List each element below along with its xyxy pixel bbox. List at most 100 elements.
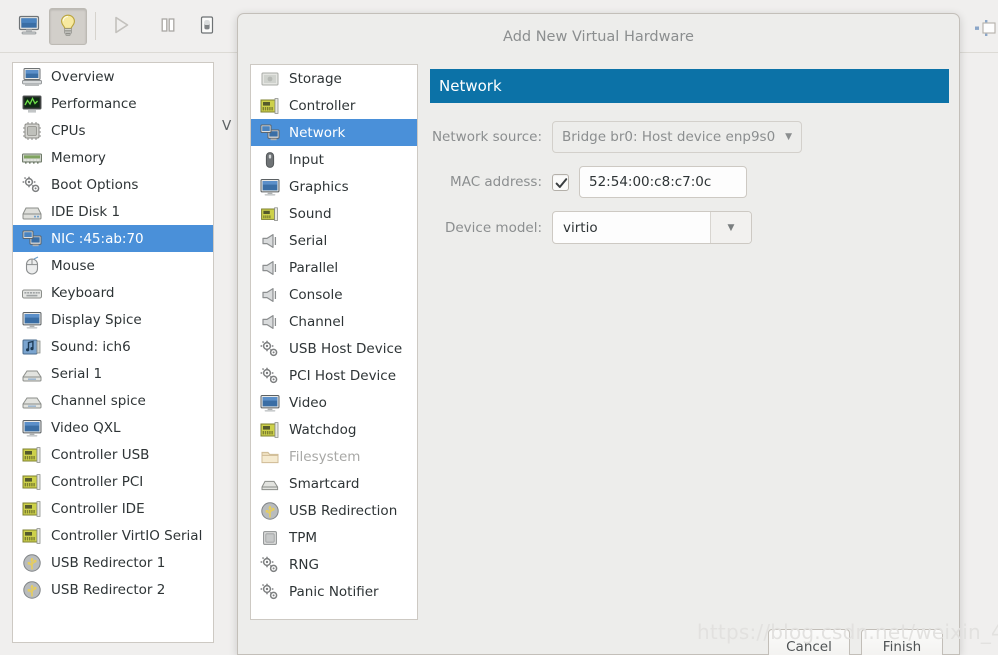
hardware-list-item[interactable]: Overview bbox=[13, 63, 213, 90]
hardware-list-item[interactable]: Channel spice bbox=[13, 387, 213, 414]
pause-button[interactable] bbox=[149, 8, 187, 45]
hardware-list-item[interactable]: USB Redirector 2 bbox=[13, 576, 213, 603]
hardware-list-item[interactable]: NIC :45:ab:70 bbox=[13, 225, 213, 252]
add-hardware-dialog: Add New Virtual Hardware Storage Controll… bbox=[237, 13, 960, 655]
sound-card-icon bbox=[259, 204, 281, 224]
hardware-type-item[interactable]: Controller bbox=[251, 92, 417, 119]
hardware-type-item[interactable]: Smartcard bbox=[251, 470, 417, 497]
hardware-list-item[interactable]: Controller PCI bbox=[13, 468, 213, 495]
hardware-type-item[interactable]: Network bbox=[251, 119, 417, 146]
hardware-type-item-label: USB Redirection bbox=[289, 502, 398, 519]
hardware-list-item[interactable]: Controller USB bbox=[13, 441, 213, 468]
controller-card-icon bbox=[259, 96, 281, 116]
shutdown-button[interactable] bbox=[188, 8, 226, 45]
hardware-list-item[interactable]: Serial 1 bbox=[13, 360, 213, 387]
edge-clipped-icon[interactable] bbox=[975, 18, 997, 38]
hardware-type-item-label: Network bbox=[289, 124, 346, 141]
hardware-list-item[interactable]: Controller VirtIO Serial bbox=[13, 522, 213, 549]
hardware-type-list[interactable]: Storage Controller Network Input Graphics Sou… bbox=[250, 64, 418, 620]
device-model-label: Device model: bbox=[444, 219, 542, 236]
lightbulb-icon bbox=[57, 13, 79, 41]
hardware-type-item[interactable]: USB Host Device bbox=[251, 335, 417, 362]
vm-hardware-list[interactable]: Overview Performance CPUs Memory Boot Option… bbox=[12, 62, 214, 643]
hardware-type-item[interactable]: RNG bbox=[251, 551, 417, 578]
hardware-type-item-label: Panic Notifier bbox=[289, 583, 379, 600]
hardware-type-item[interactable]: PCI Host Device bbox=[251, 362, 417, 389]
hardware-type-item[interactable]: Panic Notifier bbox=[251, 578, 417, 605]
hardware-list-item[interactable]: Performance bbox=[13, 90, 213, 117]
hardware-type-item[interactable]: TPM bbox=[251, 524, 417, 551]
pause-icon bbox=[157, 14, 179, 40]
hardware-list-item[interactable]: Keyboard bbox=[13, 279, 213, 306]
hardware-list-item-label: Display Spice bbox=[51, 311, 142, 328]
hardware-type-item-label: TPM bbox=[289, 529, 318, 546]
hardware-type-item-label: Sound bbox=[289, 205, 332, 222]
hardware-type-item[interactable]: Console bbox=[251, 281, 417, 308]
hardware-type-item[interactable]: Storage bbox=[251, 65, 417, 92]
hardware-type-item[interactable]: USB Redirection bbox=[251, 497, 417, 524]
hardware-type-item[interactable]: Graphics bbox=[251, 173, 417, 200]
hardware-list-item[interactable]: Video QXL bbox=[13, 414, 213, 441]
mouse-icon bbox=[20, 255, 44, 277]
hardware-list-item-label: Controller IDE bbox=[51, 500, 145, 517]
controller-card-icon bbox=[20, 471, 44, 493]
watermark: https://blog.csdn.net/weixin_44416500 bbox=[697, 620, 998, 644]
hardware-type-item[interactable]: Serial bbox=[251, 227, 417, 254]
cpu-icon bbox=[20, 120, 44, 142]
serial-port-icon bbox=[259, 285, 281, 305]
hardware-list-item[interactable]: Memory bbox=[13, 144, 213, 171]
console-view-button[interactable] bbox=[10, 8, 48, 45]
hardware-type-item-label: Smartcard bbox=[289, 475, 360, 492]
device-model-select[interactable]: virtio ▼ bbox=[552, 211, 752, 244]
toolbar-separator bbox=[95, 12, 96, 40]
hardware-type-item[interactable]: Sound bbox=[251, 200, 417, 227]
hardware-type-item[interactable]: Watchdog bbox=[251, 416, 417, 443]
hardware-list-item-label: Controller VirtIO Serial bbox=[51, 527, 203, 544]
vm-details-partial-label: V bbox=[222, 118, 232, 134]
mac-address-checkbox[interactable] bbox=[552, 173, 569, 191]
hardware-type-item-label: Serial bbox=[289, 232, 328, 249]
hardware-list-item-label: Controller USB bbox=[51, 446, 150, 463]
config-section-header: Network bbox=[430, 69, 949, 103]
hardware-type-item-label: Video bbox=[289, 394, 327, 411]
hardware-type-item-label: Filesystem bbox=[289, 448, 361, 465]
controller-card-icon bbox=[259, 420, 281, 440]
network-source-select[interactable]: Bridge br0: Host device enp9s0 ▼ bbox=[552, 121, 803, 153]
display-icon bbox=[20, 417, 44, 439]
hardware-list-item-label: NIC :45:ab:70 bbox=[51, 230, 144, 247]
run-button[interactable] bbox=[102, 8, 140, 45]
hardware-type-item[interactable]: Input bbox=[251, 146, 417, 173]
hardware-list-item-label: IDE Disk 1 bbox=[51, 203, 121, 220]
hardware-list-item[interactable]: USB Redirector 1 bbox=[13, 549, 213, 576]
hardware-list-item[interactable]: Display Spice bbox=[13, 306, 213, 333]
hardware-list-item[interactable]: Sound: ich6 bbox=[13, 333, 213, 360]
network-config-pane: Network Network source: Bridge br0: Host… bbox=[430, 69, 949, 257]
mac-address-input[interactable]: 52:54:00:c8:c7:0c bbox=[579, 166, 747, 198]
hardware-type-item[interactable]: Parallel bbox=[251, 254, 417, 281]
checkmark-icon bbox=[555, 177, 568, 188]
hardware-list-item[interactable]: Controller IDE bbox=[13, 495, 213, 522]
hardware-list-item-label: Overview bbox=[51, 68, 115, 85]
play-icon bbox=[110, 14, 132, 40]
hardware-list-item[interactable]: CPUs bbox=[13, 117, 213, 144]
network-source-row: Network source: Bridge br0: Host device … bbox=[430, 121, 949, 153]
controller-card-icon bbox=[20, 525, 44, 547]
hardware-list-item[interactable]: Boot Options bbox=[13, 171, 213, 198]
serial-port-icon bbox=[259, 231, 281, 251]
hardware-type-item-label: Watchdog bbox=[289, 421, 357, 438]
hardware-list-item[interactable]: Mouse bbox=[13, 252, 213, 279]
network-source-label: Network source: bbox=[431, 129, 542, 145]
hardware-list-item[interactable]: IDE Disk 1 bbox=[13, 198, 213, 225]
hardware-list-item-label: Boot Options bbox=[51, 176, 139, 193]
memory-icon bbox=[20, 147, 44, 169]
input-mouse-icon bbox=[259, 150, 281, 170]
gears-icon bbox=[259, 366, 281, 386]
controller-card-icon bbox=[20, 444, 44, 466]
hardware-type-item-label: USB Host Device bbox=[289, 340, 403, 357]
gears-icon bbox=[20, 174, 44, 196]
hardware-type-item[interactable]: Channel bbox=[251, 308, 417, 335]
performance-icon bbox=[20, 93, 44, 115]
details-view-button[interactable] bbox=[49, 8, 87, 45]
hardware-type-item[interactable]: Video bbox=[251, 389, 417, 416]
hardware-list-item-label: Channel spice bbox=[51, 392, 146, 409]
